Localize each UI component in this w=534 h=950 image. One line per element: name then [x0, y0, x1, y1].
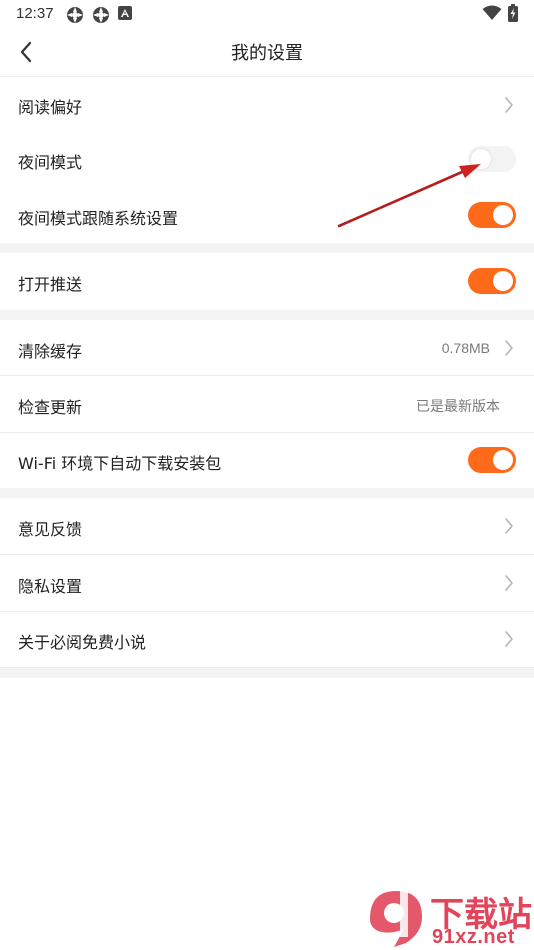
setting-row-night-mode: 夜间模式 [0, 132, 534, 187]
status-bar: 12:37 [0, 0, 534, 28]
setting-label: 清除缓存 [18, 342, 83, 361]
section-gap [0, 243, 534, 253]
setting-label: 夜间模式跟随系统设置 [18, 209, 179, 228]
accessibility-icon [118, 6, 132, 20]
toggle-knob [493, 450, 513, 470]
setting-row-privacy[interactable]: 隐私设置 [0, 555, 534, 611]
setting-label: 阅读偏好 [18, 98, 83, 117]
section-gap [0, 310, 534, 320]
setting-label: 检查更新 [18, 398, 83, 417]
setting-label: Wi-Fi 环境下自动下载安装包 [18, 454, 222, 473]
setting-row-reading-preference[interactable]: 阅读偏好 [0, 77, 534, 132]
toggle-knob [493, 271, 513, 291]
setting-label: 隐私设置 [18, 577, 83, 596]
battery-charging-icon [508, 4, 518, 22]
setting-row-feedback[interactable]: 意见反馈 [0, 498, 534, 554]
setting-row-night-follow-system: 夜间模式跟随系统设置 [0, 188, 534, 243]
setting-label: 关于必阅免费小说 [18, 633, 147, 652]
status-time: 12:37 [16, 5, 54, 22]
watermark-emblem-icon [370, 891, 422, 947]
watermark-url: 91xz.net [432, 926, 515, 948]
app-notification-icon [67, 7, 83, 23]
navigation-bar: 我的设置 [0, 28, 534, 77]
app-notification-icon [93, 7, 109, 23]
chevron-right-icon [505, 97, 513, 113]
section-gap [0, 488, 534, 498]
setting-label: 意见反馈 [18, 520, 83, 539]
setting-row-check-update[interactable]: 检查更新 已是最新版本 [0, 376, 534, 432]
setting-label: 打开推送 [18, 275, 83, 294]
toggle-knob [471, 149, 491, 169]
page-title: 我的设置 [231, 43, 303, 64]
night-mode-toggle[interactable] [468, 146, 516, 172]
wifi-download-toggle[interactable] [468, 447, 516, 473]
section-gap [0, 668, 534, 678]
watermark-logo: 下载站 91xz.net [360, 885, 534, 950]
chevron-right-icon [505, 518, 513, 534]
push-toggle[interactable] [468, 268, 516, 294]
cache-size-value: 0.78MB [441, 340, 490, 356]
night-follow-system-toggle[interactable] [468, 202, 516, 228]
setting-row-clear-cache[interactable]: 清除缓存 0.78MB [0, 320, 534, 375]
setting-row-about[interactable]: 关于必阅免费小说 [0, 612, 534, 667]
setting-row-push: 打开推送 [0, 253, 534, 310]
chevron-right-icon [505, 631, 513, 647]
chevron-right-icon [505, 340, 513, 356]
update-status-value: 已是最新版本 [416, 399, 500, 415]
wifi-icon [482, 5, 502, 20]
setting-row-wifi-download: Wi-Fi 环境下自动下载安装包 [0, 433, 534, 488]
setting-label: 夜间模式 [18, 153, 83, 172]
toggle-knob [493, 205, 513, 225]
chevron-right-icon [505, 575, 513, 591]
